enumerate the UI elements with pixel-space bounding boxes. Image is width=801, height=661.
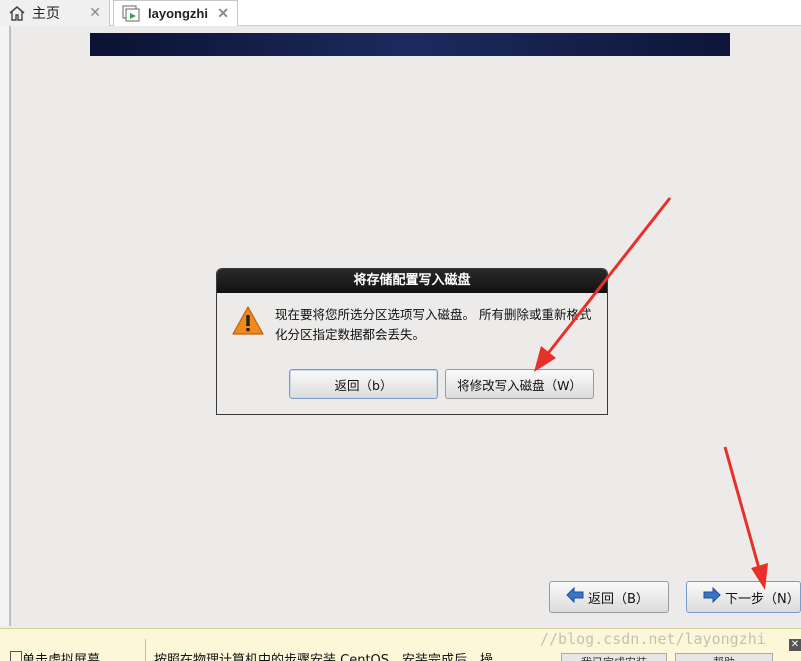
arrow-right-icon: [703, 586, 721, 607]
tab-vm[interactable]: layongzhi ✕: [113, 0, 238, 26]
write-changes-button[interactable]: 将修改写入磁盘（W）: [445, 369, 594, 399]
left-panel-strip: [0, 26, 10, 626]
tab-vm-label: layongzhi: [148, 6, 208, 21]
dialog-title: 将存储配置写入磁盘: [217, 269, 607, 293]
back-button-label: 返回（B）: [588, 591, 649, 607]
help-button[interactable]: 帮助: [675, 653, 773, 661]
warning-icon: [231, 305, 265, 337]
back-button[interactable]: 返回（B）: [549, 581, 669, 613]
write-to-disk-dialog: 将存储配置写入磁盘 现在要将您所选分区选项写入磁盘。 所有删除或重新格式化分区指…: [216, 268, 608, 415]
next-button[interactable]: 下一步（N）: [686, 581, 801, 613]
next-button-label: 下一步（N）: [725, 591, 800, 607]
dialog-back-button[interactable]: 返回（b）: [289, 369, 438, 399]
tab-home-label: 主页: [32, 6, 60, 22]
install-done-button[interactable]: 我已完成安装: [561, 653, 667, 661]
hint-instructions: 按照在物理计算机中的步骤安装 CentOS。安装完成后，操: [154, 653, 494, 661]
tab-home[interactable]: 主页 ✕: [0, 0, 110, 26]
hint-close-icon[interactable]: ✕: [789, 639, 801, 651]
arrow-left-icon: [566, 586, 584, 607]
close-icon[interactable]: ✕: [89, 5, 101, 21]
monitor-icon: [10, 651, 22, 661]
dialog-message: 现在要将您所选分区选项写入磁盘。 所有删除或重新格式化分区指定数据都会丢失。: [275, 307, 592, 342]
close-icon[interactable]: ✕: [217, 5, 229, 22]
tab-bar: 主页 ✕ layongzhi ✕: [0, 0, 801, 26]
watermark: //blog.csdn.net/layongzhi: [540, 630, 766, 648]
home-icon: [8, 5, 26, 21]
vm-icon: [122, 5, 142, 23]
hint-divider: [145, 639, 146, 661]
hint-click-screen: 单击虚拟屏幕: [22, 653, 101, 661]
installer-banner: [90, 33, 730, 56]
